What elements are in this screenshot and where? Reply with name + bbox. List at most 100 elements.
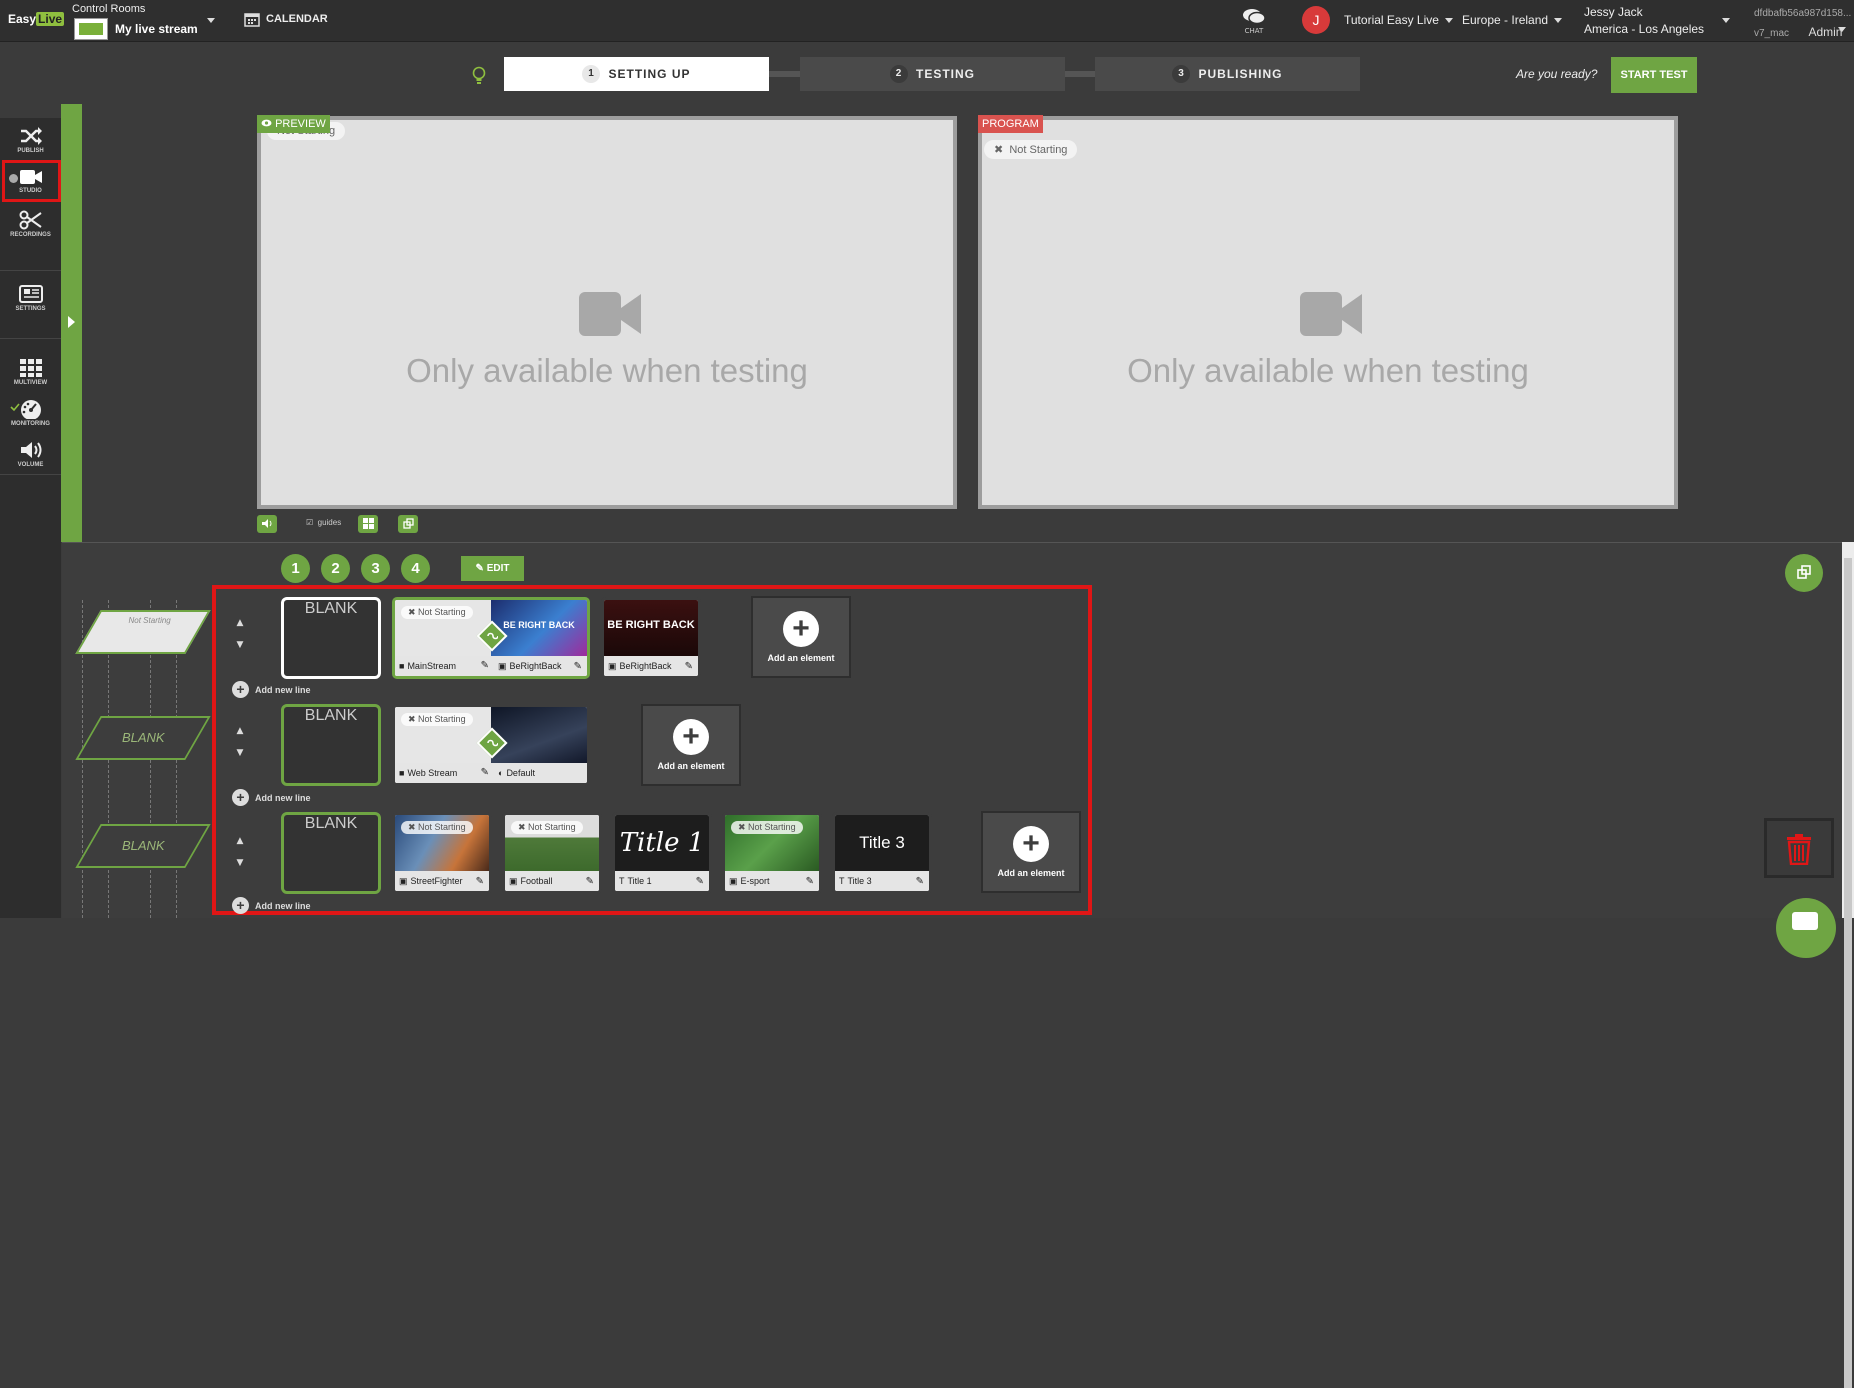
- user-dropdown-caret-icon[interactable]: [1722, 18, 1730, 23]
- grid-icon: [19, 359, 42, 377]
- nav-settings[interactable]: SETTINGS: [0, 284, 61, 312]
- guides-toggle[interactable]: ☑ guides: [306, 518, 341, 527]
- control-rooms-label: Control Rooms: [72, 3, 146, 15]
- nav-recordings[interactable]: RECORDINGS: [0, 210, 61, 238]
- chat-bubble-button[interactable]: [1776, 898, 1836, 958]
- windows-icon: [362, 518, 374, 529]
- guides-label: guides: [317, 518, 342, 527]
- nav-label: PUBLISH: [17, 148, 44, 154]
- add-element-button-row-2[interactable]: + Add an element: [641, 704, 741, 786]
- chat-label: CHAT: [1244, 27, 1264, 35]
- tile-status: ✖ Not Starting: [401, 821, 473, 834]
- edit-layers-button[interactable]: ✎ EDIT: [461, 556, 524, 581]
- esport-tile[interactable]: ✖ Not Starting ▣ E-sport ✎: [722, 812, 822, 894]
- add-line-button[interactable]: + Add new line: [232, 789, 311, 806]
- mainstream-name: ■ MainStream ✎: [399, 660, 489, 671]
- edit-pencil-icon[interactable]: ✎: [586, 876, 594, 887]
- instance-info: dfdbafb56a987d158... v7_mac Admin: [1754, 4, 1851, 43]
- edit-pencil-icon[interactable]: ✎: [916, 876, 924, 887]
- add-element-button-row-3[interactable]: + Add an element: [981, 811, 1081, 893]
- layout-toggle-button[interactable]: [1785, 554, 1823, 592]
- tile-footer: ■ MainStream ✎ ▣ BeRightBack ✎: [395, 656, 587, 676]
- left-navigation: [0, 118, 61, 918]
- step-publishing[interactable]: 3 PUBLISHING: [1095, 57, 1360, 91]
- popout-button[interactable]: [398, 515, 418, 533]
- ready-prompt: Are you ready?: [1516, 67, 1598, 81]
- berightback-tile[interactable]: BE RIGHT BACK ▣ BeRightBack ✎: [601, 597, 701, 679]
- program-monitor[interactable]: ✖ Not Starting Only available when testi…: [978, 116, 1678, 509]
- audio-toggle-button[interactable]: [257, 515, 277, 533]
- blank-tile[interactable]: BLANK: [281, 812, 381, 894]
- nav-multiview[interactable]: MULTIVIEW: [0, 358, 61, 386]
- stream-dropdown-caret-icon[interactable]: [207, 18, 215, 23]
- edit-pencil-icon[interactable]: ✎: [685, 661, 693, 672]
- chat-button[interactable]: CHAT: [1240, 8, 1268, 35]
- avatar[interactable]: J: [1302, 6, 1330, 34]
- step-label: PUBLISHING: [1198, 67, 1283, 81]
- user-menu[interactable]: Jessy Jack America - Los Angeles: [1584, 4, 1704, 38]
- edit-pencil-icon[interactable]: ✎: [476, 876, 484, 887]
- blank-tile[interactable]: BLANK: [281, 704, 381, 786]
- top-bar: Easy Live Control Rooms My live stream CA…: [0, 0, 1854, 42]
- tutorial-selector[interactable]: Tutorial Easy Live: [1344, 13, 1453, 27]
- layer-3-button[interactable]: 3: [361, 554, 390, 583]
- scene-label: BLANK: [121, 730, 165, 745]
- expand-arrow-icon: [68, 316, 75, 328]
- edit-pencil-icon[interactable]: ✎: [574, 661, 582, 672]
- step-testing[interactable]: 2 TESTING: [800, 57, 1065, 91]
- calendar-label: CALENDAR: [266, 13, 328, 25]
- streetfighter-tile[interactable]: ✖ Not Starting ▣ StreetFighter ✎: [392, 812, 492, 894]
- video-camera-icon: [1300, 292, 1362, 336]
- title-3-tile[interactable]: Title 3 T Title 3 ✎: [832, 812, 932, 894]
- role-dropdown-caret-icon[interactable]: [1838, 27, 1846, 32]
- step-setting-up[interactable]: 1 SETTING UP: [504, 57, 769, 91]
- blank-tile[interactable]: BLANK: [281, 597, 381, 679]
- add-line-button[interactable]: + Add new line: [232, 897, 311, 914]
- add-line-button[interactable]: + Add new line: [232, 681, 311, 698]
- studio-highlight: [2, 160, 61, 202]
- nav-label: MULTIVIEW: [13, 380, 48, 386]
- instance-tag: v7_mac: [1754, 28, 1790, 39]
- layer-4-button[interactable]: 4: [401, 554, 430, 583]
- tile-footer: ▣ Football ✎: [505, 871, 599, 891]
- region-selector[interactable]: Europe - Ireland: [1462, 13, 1563, 27]
- title-1-tile[interactable]: Title 1 T Title 1 ✎: [612, 812, 712, 894]
- layer-1-button[interactable]: 1: [281, 554, 310, 583]
- calendar-link[interactable]: CALENDAR: [244, 11, 328, 27]
- edit-pencil-icon[interactable]: ✎: [806, 876, 814, 887]
- stream-thumbnail[interactable]: [74, 18, 108, 40]
- row-3-reorder[interactable]: ▲ ▼: [233, 830, 247, 874]
- football-tile[interactable]: ✖ Not Starting ▣ Football ✎: [502, 812, 602, 894]
- shuffle-icon: [20, 127, 42, 145]
- nav-publish[interactable]: PUBLISH: [0, 126, 61, 154]
- nav-divider: [0, 270, 61, 271]
- add-element-button-row-1[interactable]: + Add an element: [751, 596, 851, 678]
- edit-pencil-icon[interactable]: ✎: [696, 876, 704, 887]
- tile-footer: T Title 3 ✎: [835, 871, 929, 891]
- stream-name[interactable]: My live stream: [115, 22, 198, 36]
- tile-status: ✖ Not Starting: [511, 821, 583, 834]
- windows-layout-button[interactable]: [358, 515, 378, 533]
- user-timezone: America - Los Angeles: [1584, 22, 1705, 36]
- delete-dropzone[interactable]: [1764, 818, 1834, 878]
- row-1-reorder[interactable]: ▲ ▼: [233, 612, 247, 656]
- tile-footer: ▣ E-sport ✎: [725, 871, 819, 891]
- panel-toggle-bar[interactable]: [61, 104, 82, 542]
- program-message: Only available when testing: [1127, 352, 1529, 389]
- tutorial-label: Tutorial Easy Live: [1344, 13, 1439, 27]
- layer-2-button[interactable]: 2: [321, 554, 350, 583]
- lightbulb-icon[interactable]: [472, 66, 486, 86]
- start-test-button[interactable]: START TEST: [1611, 57, 1697, 93]
- title-3-preview: Title 3: [835, 815, 929, 871]
- brb-overlay-thumbnail: BE RIGHT BACK: [491, 600, 587, 656]
- edit-pencil-icon[interactable]: ✎: [481, 660, 489, 671]
- step-number: 1: [582, 65, 601, 83]
- row-2-reorder[interactable]: ▲ ▼: [233, 720, 247, 764]
- nav-monitoring[interactable]: MONITORING: [0, 399, 61, 427]
- brb-thumbnail: BE RIGHT BACK: [604, 600, 698, 656]
- edit-pencil-icon[interactable]: ✎: [481, 767, 489, 778]
- easylive-logo[interactable]: Easy Live: [8, 12, 65, 26]
- preview-monitor[interactable]: Not Starting Only available when testing: [257, 116, 957, 509]
- scene-panel-scrollbar[interactable]: [1842, 542, 1854, 1388]
- nav-volume[interactable]: VOLUME: [0, 440, 61, 468]
